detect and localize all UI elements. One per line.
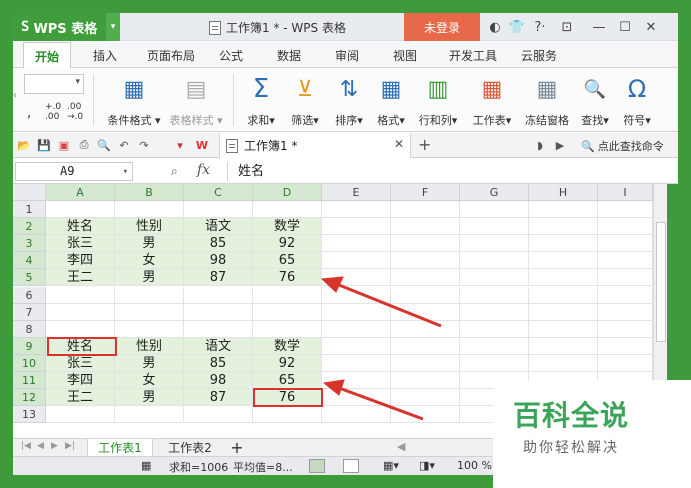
arrow-line-1 (328, 279, 442, 328)
watermark: 百科全说 助你轻松解决 (493, 380, 691, 488)
watermark-title: 百科全说 (513, 399, 630, 432)
arrow-head-2 (322, 379, 345, 396)
arrow-head-1 (320, 276, 344, 293)
arrow-line-2 (330, 383, 424, 421)
watermark-subtitle: 助你轻松解决 (523, 440, 619, 456)
